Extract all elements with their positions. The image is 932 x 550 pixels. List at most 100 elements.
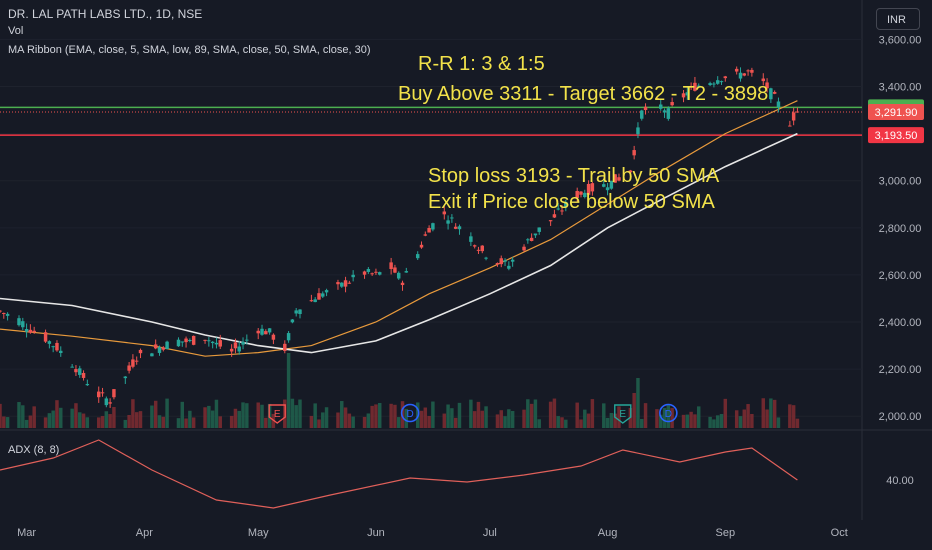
candle-body [104,398,109,406]
candle-body [138,349,143,354]
volume-bar [28,415,33,428]
volume-bar [723,398,728,428]
volume-bar [772,399,777,428]
volume-bar [256,402,260,428]
candle-body [286,333,291,341]
volume-bar [472,411,477,428]
volume-bar [97,417,101,428]
candle-body [362,271,367,275]
volume-bar [564,419,568,428]
candle-body [51,346,55,348]
candle-body [157,347,162,353]
volume-bar [286,353,291,428]
candle-body [537,227,541,232]
candle-body [294,310,298,314]
volume-bars [0,353,800,428]
candle-body [503,260,507,262]
currency-button[interactable]: INR [876,8,920,30]
x-tick-label: Sep [716,527,736,539]
event-marker-label: D [406,409,413,420]
volume-bar [309,415,314,428]
candle-body [210,341,215,344]
volume-bar [112,406,116,428]
candle-body [256,330,260,334]
volume-bar [655,409,659,428]
y-tick-label: 3,400.00 [879,82,922,94]
volume-bar [795,418,800,428]
volume-bar [450,408,454,428]
candle-body [419,244,424,248]
volume-bar [370,405,374,428]
volume-bar [43,417,48,428]
candle-body [533,233,538,236]
candle-body [0,310,2,312]
annotation-line1: R-R 1: 3 & 1:5 [418,53,545,75]
volume-bar [378,403,382,428]
candle-body [317,293,321,300]
x-tick-label: Jun [367,527,385,539]
volume-bar [260,404,264,428]
volume-bar [138,411,143,428]
volume-bar [685,414,690,428]
volume-bar [750,413,754,428]
volume-bar [343,407,348,428]
candle-body [17,318,21,326]
candle-body [74,369,78,373]
candle-body [336,282,340,285]
price-chart[interactable]: EDED 40.00 3,600.003,400.003,200.003,000… [0,0,932,550]
candle-body [85,384,90,386]
y-tick-label: 2,000.00 [879,411,922,423]
event-marker-label: E [274,409,281,420]
volume-bar [324,407,329,428]
candle-body [772,92,777,94]
volume-bar [503,416,507,428]
candle-body [340,282,344,287]
candle-body [499,258,503,265]
candle-body [480,245,484,252]
candle-body [264,331,268,335]
volume-bar [609,413,614,428]
volume-bar [446,404,450,428]
volume-bar [127,414,131,428]
volume-bar [59,407,63,428]
candle-body [271,334,276,340]
volume-bar [245,403,249,428]
candle-body [28,329,33,333]
chart-grid [0,0,932,520]
volume-bar [81,413,86,428]
volume-bar [742,409,747,428]
candle-body [396,272,401,279]
y-tick-label: 2,800.00 [879,223,922,235]
volume-bar [586,413,591,428]
candle-body [21,321,25,328]
volume-bar [693,414,697,428]
volume-bar [153,400,158,428]
volume-bar [203,407,207,428]
candle-body [788,125,792,127]
candle-body [43,332,48,342]
symbol-title: DR. LAL PATH LABS LTD., 1D, NSE [8,7,203,21]
candle-body [184,338,188,343]
volume-bar [47,413,52,428]
candle-body [750,69,754,73]
candle-body [324,290,329,293]
volume-bar [457,402,462,428]
candle-body [507,265,511,269]
volume-bar [715,415,720,428]
volume-bar [366,413,371,428]
candle-body [176,339,181,347]
y-tick-label: 2,200.00 [879,364,922,376]
candle-body [55,342,59,351]
candle-body [795,111,800,113]
adx-tick-label: 40.00 [886,475,914,487]
volume-bar [442,413,447,428]
volume-bar [214,399,219,428]
trade-annotations: R-R 1: 3 & 1:5 Buy Above 3311 - Target 36… [398,53,768,213]
candle-body [659,104,663,109]
volume-bar [336,412,340,428]
volume-bar [560,417,564,428]
volume-bar [374,404,378,428]
candle-body [218,340,222,347]
volume-bar [51,410,55,428]
volume-bar [423,407,428,428]
